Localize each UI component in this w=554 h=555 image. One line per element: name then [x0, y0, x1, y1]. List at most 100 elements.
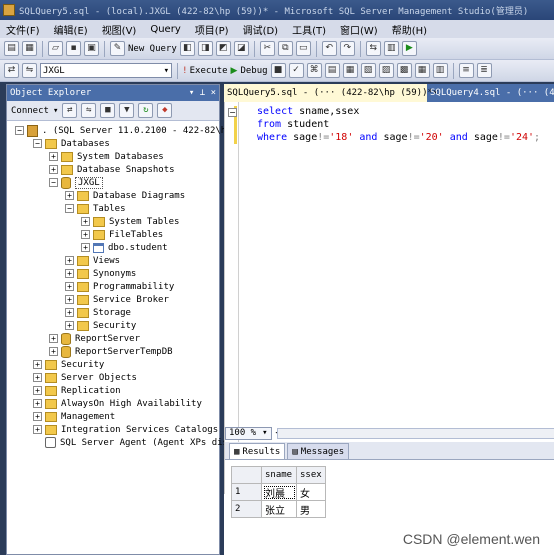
tree-node-views[interactable]: + Views [65, 254, 120, 267]
dropdown-icon[interactable]: ▾ [189, 88, 194, 98]
column-header-ssex[interactable]: ssex [296, 466, 326, 484]
tree-node-jxgl[interactable]: − JXGL [49, 176, 103, 189]
expand-icon[interactable]: + [49, 152, 58, 161]
execute-icon[interactable]: ! [183, 66, 187, 76]
undo-icon[interactable]: ↶ [321, 41, 337, 56]
row-header-corner[interactable] [231, 466, 262, 484]
parse-icon[interactable]: ✓ [288, 63, 304, 78]
uncomment-icon[interactable]: ≣ [476, 63, 492, 78]
disconnect-icon[interactable]: ⇋ [81, 103, 97, 118]
cut-icon[interactable]: ✂ [259, 41, 275, 56]
mdx-query-icon[interactable]: ◩ [215, 41, 231, 56]
grid-cell-sname[interactable]: 刘晨 [261, 483, 297, 501]
start-icon[interactable]: ▶ [401, 41, 417, 56]
save-icon[interactable]: ▪ [66, 41, 81, 56]
expand-icon[interactable]: + [33, 425, 42, 434]
cancel-query-icon[interactable]: ■ [270, 63, 286, 78]
save-all-icon[interactable]: ▣ [84, 41, 99, 56]
open-file-icon[interactable]: ▱ [48, 41, 63, 56]
menu-file[interactable]: 文件(F) [6, 22, 40, 37]
tree-node-synonyms[interactable]: + Synonyms [65, 267, 136, 280]
pin-icon[interactable]: ⊥ [200, 88, 205, 98]
solution-explorer-icon[interactable]: ▥ [383, 41, 399, 56]
tree-node-reportserver[interactable]: + ReportServer [49, 332, 140, 345]
expand-icon[interactable]: + [65, 191, 74, 200]
new-query-icon[interactable]: ✎ [110, 41, 125, 56]
tree-node-replication[interactable]: + Replication [33, 384, 121, 397]
tree-node-filetables[interactable]: + FileTables [81, 228, 163, 241]
include-plan-icon[interactable]: ▧ [360, 63, 376, 78]
available-databases-select[interactable]: JXGL ▾ [40, 63, 172, 78]
tree-node-databases[interactable]: − Databases [33, 137, 110, 150]
expand-icon[interactable]: + [33, 399, 42, 408]
grid-cell-sname[interactable]: 张立 [261, 500, 297, 518]
tree-node-system-databases[interactable]: + System Databases [49, 150, 164, 163]
menu-help[interactable]: 帮助(H) [392, 22, 427, 37]
add-item-icon[interactable]: ▦ [22, 41, 37, 56]
results-to-file-icon[interactable]: ▥ [432, 63, 448, 78]
analysis-query-icon[interactable]: ◨ [197, 41, 213, 56]
navigate-icon[interactable]: ⇆ [365, 41, 381, 56]
expand-icon[interactable]: + [65, 295, 74, 304]
expand-icon[interactable]: + [65, 256, 74, 265]
expand-icon[interactable]: + [65, 321, 74, 330]
tree-node-database-snapshots[interactable]: + Database Snapshots [49, 163, 175, 176]
tree-node-security[interactable]: + Security [33, 358, 104, 371]
paste-icon[interactable]: ▭ [295, 41, 311, 56]
intellisense-icon[interactable]: ▦ [342, 63, 358, 78]
zoom-select[interactable]: 100 % ▾ [225, 426, 272, 440]
tab-sqlquery4[interactable]: SQLQuery4.sql - (··· (422-8 [427, 84, 554, 102]
results-to-text-icon[interactable]: ▩ [396, 63, 412, 78]
tree-node-system-tables[interactable]: + System Tables [81, 215, 179, 228]
expand-icon[interactable]: + [81, 230, 90, 239]
connect-icon[interactable]: ⇄ [4, 63, 19, 78]
menu-project[interactable]: 项目(P) [195, 22, 229, 37]
collapse-icon[interactable]: − [228, 108, 237, 117]
tree-node-service-broker[interactable]: + Service Broker [65, 293, 169, 306]
expand-icon[interactable]: + [33, 386, 42, 395]
close-icon[interactable]: × [211, 88, 216, 98]
connect-button[interactable]: Connect [11, 106, 49, 116]
xmla-query-icon[interactable]: ◪ [233, 41, 249, 56]
tree-node-database-diagrams[interactable]: + Database Diagrams [65, 189, 185, 202]
tree-node-integration-services[interactable]: + Integration Services Catalogs [33, 423, 218, 436]
horizontal-scrollbar[interactable] [277, 428, 554, 439]
tree-node-storage[interactable]: + Storage [65, 306, 131, 319]
tree-node-reportservertempdb[interactable]: + ReportServerTempDB [49, 345, 173, 358]
change-connection-icon[interactable]: ⇋ [22, 63, 37, 78]
collapse-icon[interactable]: − [33, 139, 42, 148]
menu-tools[interactable]: 工具(T) [292, 22, 326, 37]
expand-icon[interactable]: + [33, 360, 42, 369]
query-options-icon[interactable]: ▤ [324, 63, 340, 78]
tab-messages[interactable]: ▤ Messages [287, 443, 350, 459]
expand-icon[interactable]: + [65, 269, 74, 278]
tree-node-server[interactable]: − . (SQL Server 11.0.2100 - 422-82\hp [15, 124, 232, 137]
tree-node-management[interactable]: + Management [33, 410, 115, 423]
menu-query[interactable]: Query [150, 24, 180, 35]
tree-node-sql-agent[interactable]: SQL Server Agent (Agent XPs dis [45, 436, 228, 449]
stop-icon[interactable]: ■ [100, 103, 116, 118]
grid-cell-ssex[interactable]: 女 [296, 483, 326, 501]
execute-button[interactable]: Execute [190, 66, 228, 76]
client-stats-icon[interactable]: ▨ [378, 63, 394, 78]
results-to-grid-icon[interactable]: ▦ [414, 63, 430, 78]
expand-icon[interactable]: + [49, 334, 58, 343]
tree-node-tables[interactable]: − Tables [65, 202, 126, 215]
expand-icon[interactable]: + [81, 217, 90, 226]
row-number[interactable]: 1 [231, 483, 262, 501]
debug-button[interactable]: Debug [240, 66, 267, 76]
collapse-icon[interactable]: − [49, 178, 58, 187]
grid-cell-ssex[interactable]: 男 [296, 500, 326, 518]
menu-view[interactable]: 视图(V) [102, 22, 137, 37]
comment-icon[interactable]: ≡ [458, 63, 474, 78]
expand-icon[interactable]: + [81, 243, 90, 252]
expand-icon[interactable]: + [33, 412, 42, 421]
tree-node-server-objects[interactable]: + Server Objects [33, 371, 137, 384]
copy-icon[interactable]: ⧉ [277, 41, 293, 56]
tree-node-programmability[interactable]: + Programmability [65, 280, 174, 293]
activity-monitor-icon[interactable]: ◆ [157, 103, 173, 118]
collapse-icon[interactable]: − [15, 126, 24, 135]
tree-node-alwayson[interactable]: + AlwaysOn High Availability [33, 397, 202, 410]
column-header-sname[interactable]: sname [261, 466, 297, 484]
tree-node-db-security[interactable]: + Security [65, 319, 136, 332]
